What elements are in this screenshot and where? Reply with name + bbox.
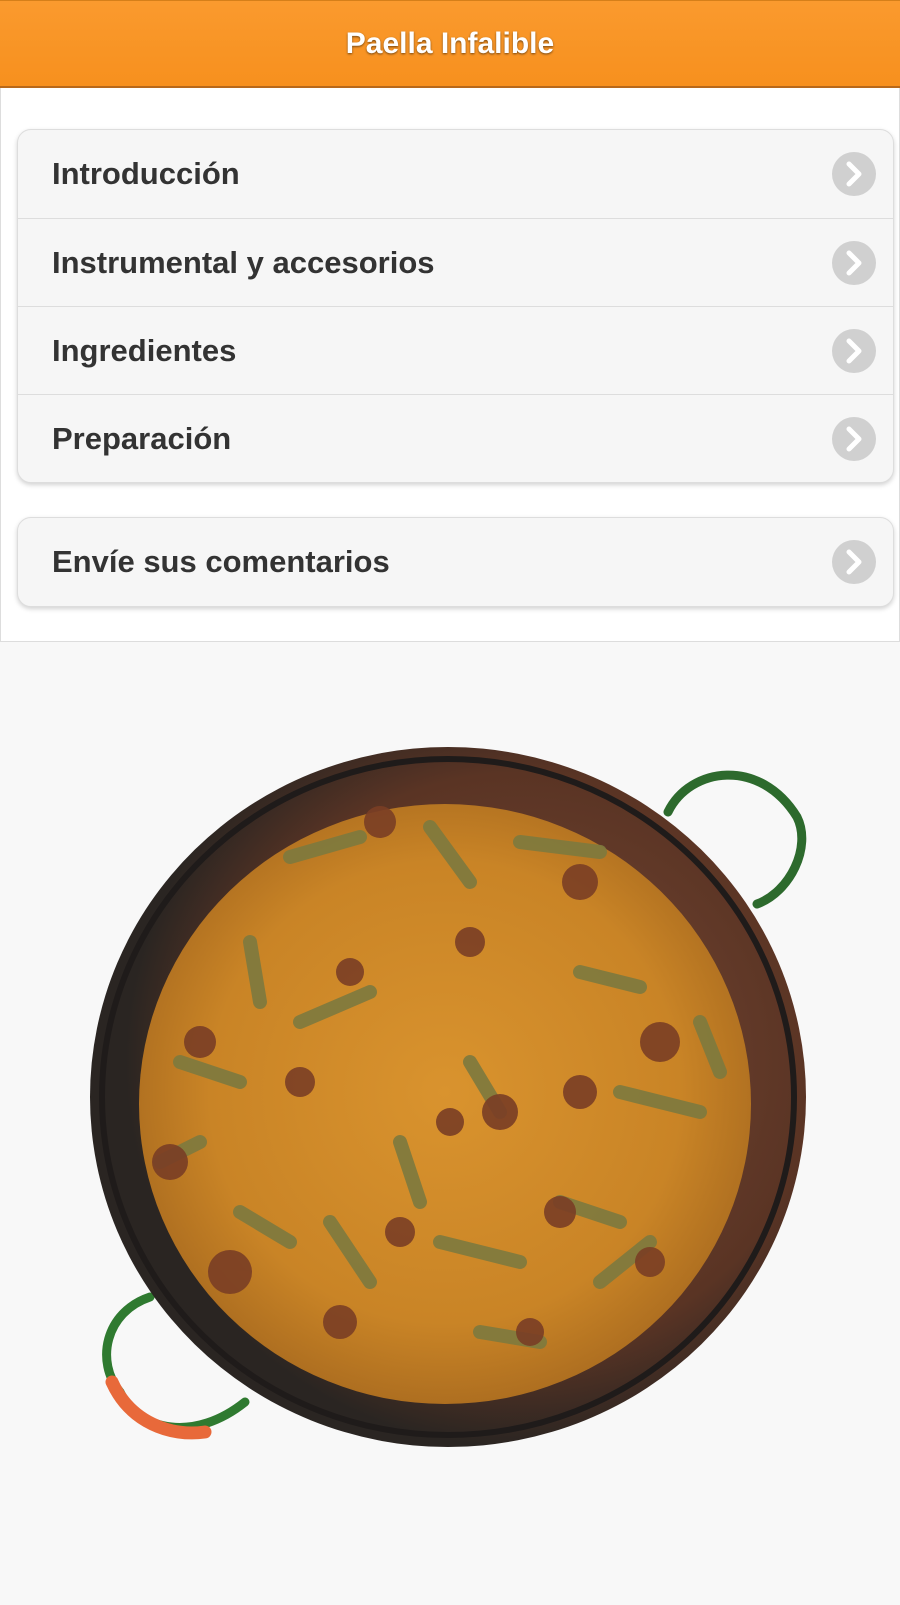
page-title: Paella Infalible	[345, 26, 555, 60]
app-header: Paella Infalible	[0, 0, 900, 88]
menu-item-label: Instrumental y accesorios	[52, 244, 435, 280]
menu-item-label: Ingredientes	[52, 332, 237, 368]
chevron-right-icon	[832, 540, 876, 584]
paella-image-area	[0, 642, 900, 1600]
recipe-menu: Introducción Instrumental y accesorios I…	[17, 129, 894, 483]
chevron-right-icon	[832, 240, 876, 285]
menu-item-introduccion[interactable]: Introducción	[18, 130, 893, 218]
chevron-right-icon	[832, 416, 876, 461]
chevron-right-icon	[832, 328, 876, 373]
menu-item-instrumental[interactable]: Instrumental y accesorios	[18, 218, 893, 306]
menu-item-label: Introducción	[52, 156, 240, 191]
menu-item-ingredientes[interactable]: Ingredientes	[18, 306, 893, 394]
feedback-item[interactable]: Envíe sus comentarios	[18, 518, 893, 606]
menu-item-label: Preparación	[52, 420, 232, 456]
menu-item-preparacion[interactable]: Preparación	[18, 394, 893, 482]
paella-pan-image	[90, 747, 807, 1447]
chevron-right-icon	[832, 152, 876, 196]
main-content: Introducción Instrumental y accesorios I…	[0, 88, 900, 642]
feedback-menu: Envíe sus comentarios	[17, 517, 894, 607]
feedback-label: Envíe sus comentarios	[52, 544, 390, 579]
